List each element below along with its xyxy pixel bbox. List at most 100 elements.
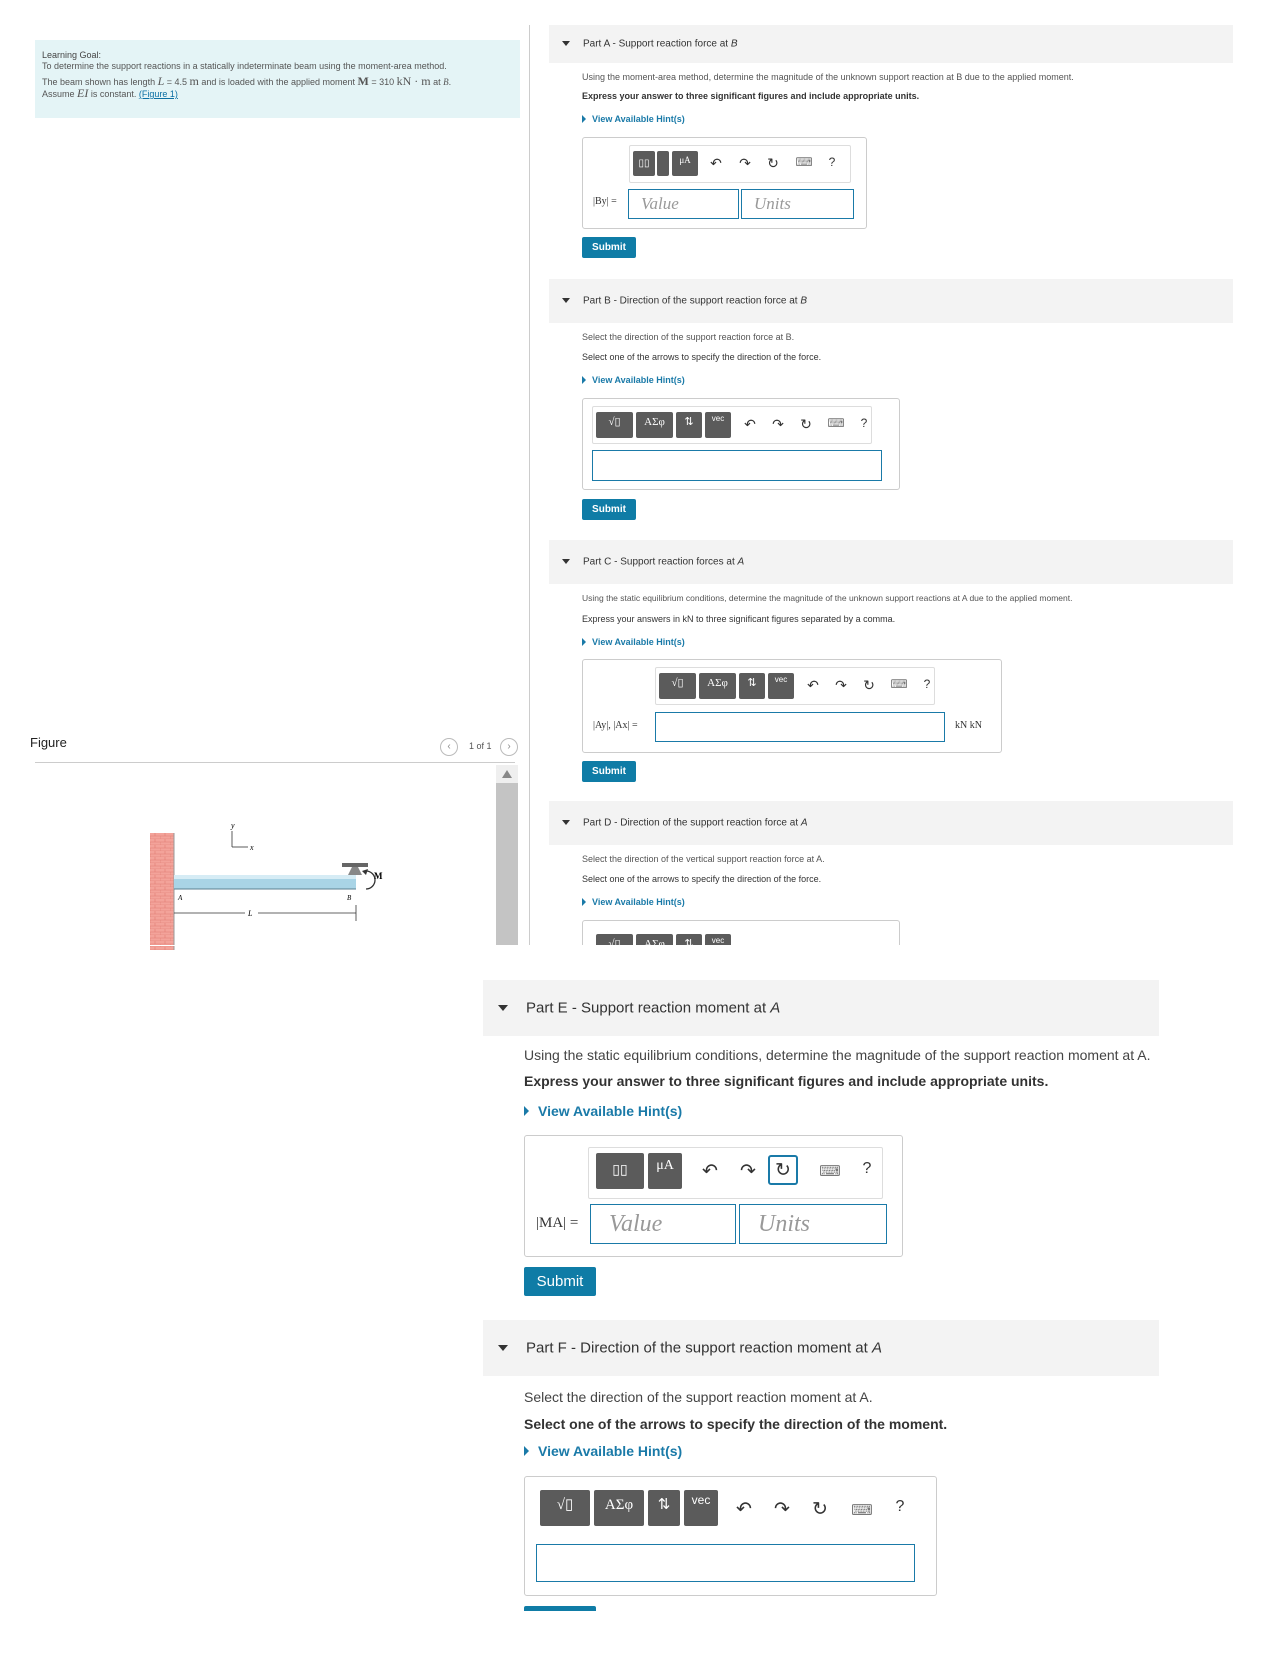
part-e-submit-button[interactable]: Submit — [524, 1267, 596, 1296]
part-b-submit-button[interactable]: Submit — [582, 499, 636, 520]
undo-icon[interactable]: ↶ — [734, 1498, 754, 1521]
part-b-hint-link[interactable]: View Available Hint(s) — [582, 375, 685, 385]
crop-edge — [0, 945, 1263, 946]
vec-icon: vec — [711, 414, 725, 423]
roller-base — [342, 863, 368, 867]
sqrt-button[interactable]: √▯ — [596, 412, 633, 438]
part-e-header[interactable]: Part E - Support reaction moment at A — [483, 980, 1159, 1036]
arrows-button[interactable]: ⇅ — [739, 673, 765, 699]
sqrt-button[interactable]: √▯ — [540, 1490, 590, 1526]
prev-figure-button[interactable]: ‹ — [440, 738, 458, 756]
arrows-button[interactable]: ⇅ — [676, 934, 702, 945]
part-a-header[interactable]: Part A - Support reaction force at B — [549, 25, 1233, 63]
reset-icon[interactable]: ↻ — [765, 155, 781, 172]
part-d-header[interactable]: Part D - Direction of the support reacti… — [549, 801, 1233, 845]
redo-icon[interactable]: ↷ — [770, 416, 786, 433]
reset-icon[interactable]: ↻ — [810, 1498, 830, 1521]
sqrt-button[interactable]: √▯ — [596, 934, 633, 945]
hint-label: View Available Hint(s) — [538, 1443, 683, 1459]
part-a-submit-button[interactable]: Submit — [582, 237, 636, 258]
part-f-hint-link[interactable]: View Available Hint(s) — [524, 1443, 682, 1459]
part-f-submit-button[interactable] — [524, 1606, 596, 1611]
part-e-value-input[interactable]: Value — [590, 1204, 736, 1244]
hint-label: View Available Hint(s) — [592, 375, 685, 385]
arrows-button[interactable]: ⇅ — [648, 1490, 680, 1526]
reset-icon[interactable]: ↻ — [768, 1155, 798, 1185]
part-f-answer-input[interactable] — [536, 1544, 915, 1582]
part-c-instruction: Express your answers in kN to three sign… — [582, 614, 896, 624]
keyboard-icon[interactable]: ⌨ — [890, 677, 908, 691]
reset-icon[interactable]: ↻ — [861, 677, 877, 694]
keyboard-icon[interactable]: ⌨ — [795, 155, 813, 169]
part-a-hint-link[interactable]: View Available Hint(s) — [582, 114, 685, 124]
sqrt-icon: √▯ — [671, 677, 684, 689]
keyboard-icon[interactable]: ⌨ — [827, 416, 845, 430]
templates-button-2[interactable] — [657, 151, 669, 176]
redo-icon[interactable]: ↷ — [833, 677, 849, 694]
vec-button[interactable]: vec — [768, 673, 794, 699]
vec-button[interactable]: vec — [684, 1490, 718, 1526]
part-c-submit-button[interactable]: Submit — [582, 761, 636, 782]
redo-icon[interactable]: ↷ — [772, 1498, 792, 1521]
sqrt-button[interactable]: √▯ — [659, 673, 696, 699]
help-icon[interactable]: ? — [858, 416, 870, 430]
part-c-hint-link[interactable]: View Available Hint(s) — [582, 637, 685, 647]
greek-icon: ΑΣφ — [644, 938, 665, 945]
part-a-value-input[interactable]: Value — [628, 189, 739, 219]
figure-link[interactable]: (Figure 1) — [139, 89, 178, 99]
help-icon[interactable]: ? — [893, 1498, 907, 1516]
part-b-answer-input[interactable] — [592, 450, 882, 481]
part-f-instruction: Select one of the arrows to specify the … — [524, 1416, 948, 1432]
part-c-header[interactable]: Part C - Support reaction forces at A — [549, 540, 1233, 584]
keyboard-icon[interactable]: ⌨ — [850, 1501, 874, 1519]
undo-icon[interactable]: ↶ — [805, 677, 821, 694]
arrows-button[interactable]: ⇅ — [676, 412, 702, 438]
part-e-instruction: Express your answer to three significant… — [524, 1073, 1049, 1089]
part-c-unit-suffix: kN kN — [955, 720, 982, 731]
undo-icon[interactable]: ↶ — [708, 155, 724, 172]
part-e-units-input[interactable]: Units — [739, 1204, 887, 1244]
part-b-header[interactable]: Part B - Direction of the support reacti… — [549, 279, 1233, 323]
part-c-answer-input[interactable] — [655, 712, 945, 742]
vec-icon: vec — [774, 675, 788, 684]
undo-icon[interactable]: ↶ — [700, 1160, 720, 1183]
part-a-units-input[interactable]: Units — [741, 189, 854, 219]
figure-scrollbar[interactable] — [496, 765, 518, 945]
redo-icon[interactable]: ↷ — [737, 155, 753, 172]
undo-icon[interactable]: ↶ — [742, 416, 758, 433]
greek-button[interactable]: ΑΣφ — [594, 1490, 644, 1526]
help-icon[interactable]: ? — [826, 155, 838, 169]
caret-right-icon — [524, 1106, 529, 1116]
part-b-title-text: Part B - Direction of the support reacti… — [583, 295, 801, 307]
part-d-hint-link[interactable]: View Available Hint(s) — [582, 897, 685, 907]
caret-right-icon — [524, 1446, 529, 1456]
templates-button[interactable]: ▯▯ — [596, 1153, 644, 1189]
redo-icon[interactable]: ↷ — [738, 1160, 758, 1183]
next-figure-button[interactable]: › — [500, 738, 518, 756]
vec-button[interactable]: vec — [705, 412, 731, 438]
hint-label: View Available Hint(s) — [592, 114, 685, 124]
greek-button[interactable]: ΑΣφ — [636, 934, 673, 945]
vec-button[interactable]: vec — [705, 934, 731, 945]
greek-icon: ΑΣφ — [644, 416, 665, 428]
part-e-hint-link[interactable]: View Available Hint(s) — [524, 1103, 682, 1119]
help-icon[interactable]: ? — [860, 1160, 874, 1178]
reset-icon[interactable]: ↻ — [798, 416, 814, 433]
scroll-up-button[interactable] — [496, 765, 518, 783]
part-c-var-label: |Ay|, |Ax| = — [593, 720, 638, 731]
learning-goal-heading: Learning Goal: — [42, 50, 102, 60]
greek-button[interactable]: ΑΣφ — [699, 673, 736, 699]
hint-label: View Available Hint(s) — [592, 637, 685, 647]
moment-arrowhead — [362, 869, 368, 875]
greek-button[interactable]: ΑΣφ — [636, 412, 673, 438]
help-icon[interactable]: ? — [921, 677, 933, 691]
units-button[interactable]: μA — [648, 1153, 682, 1189]
part-f-header[interactable]: Part F - Direction of the support reacti… — [483, 1320, 1159, 1376]
templates-button[interactable]: ▯▯ — [633, 151, 655, 176]
period: . — [448, 77, 452, 87]
units-button[interactable]: μA — [672, 151, 698, 176]
part-c-title-text: Part C - Support reaction forces at — [583, 556, 738, 568]
part-c-title: Part C - Support reaction forces at A — [583, 557, 744, 568]
learning-goal-panel: Learning Goal: To determine the support … — [35, 40, 520, 118]
keyboard-icon[interactable]: ⌨ — [818, 1162, 842, 1180]
